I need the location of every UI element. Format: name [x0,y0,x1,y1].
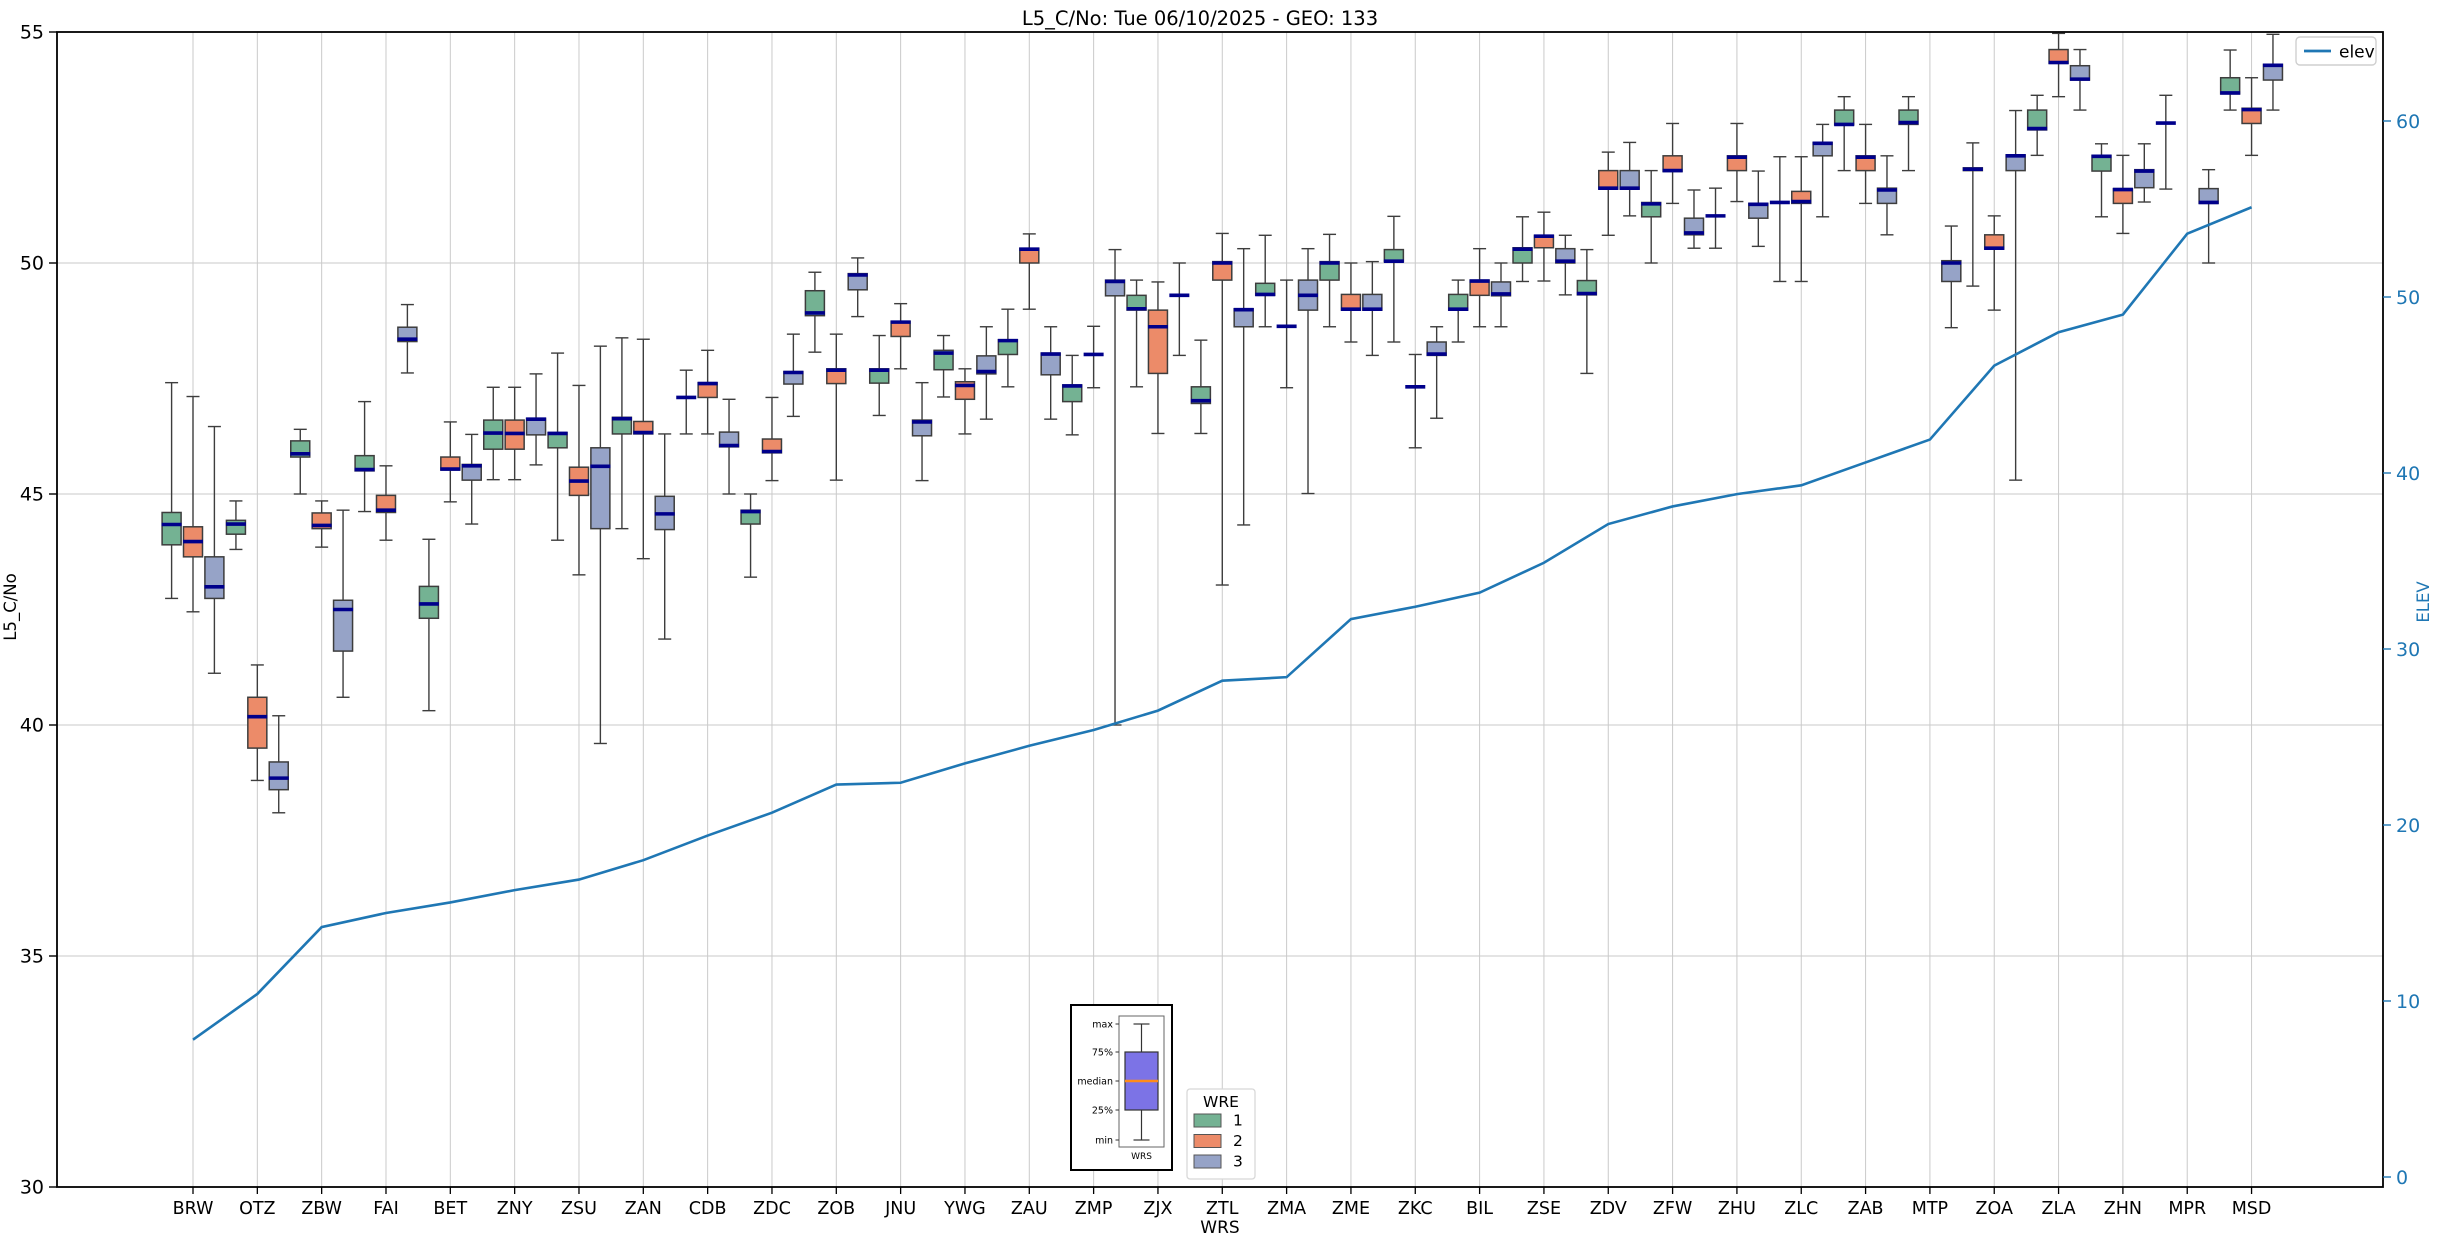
x-tick-label-MPR: MPR [2168,1199,2206,1219]
boxplot-figure: 30 35 40 45 50 55 0 10 20 30 40 50 60 BRW OTZ ZBW FAI BET… [0,0,2438,1240]
x-tick-label-MTP: MTP [1912,1199,1948,1219]
y2-tick-label: 30 [2396,639,2420,661]
x-tick-label-ZOA: ZOA [1976,1199,2013,1219]
x-tick-label-ZBW: ZBW [301,1199,342,1219]
wre-swatch-1 [1193,1113,1222,1128]
y2-tick-label: 60 [2396,111,2420,133]
chart-canvas: 30 35 40 45 50 55 0 10 20 30 40 50 60 BRW OTZ ZBW FAI BET… [0,0,2438,1240]
y-tick-label: 55 [20,22,44,44]
x-tick-label-ZHN: ZHN [2104,1199,2142,1219]
x-tick-label-ZLC: ZLC [1784,1199,1818,1219]
figure-background [0,0,2438,1240]
x-tick-label-ZMA: ZMA [1267,1199,1306,1219]
y-tick-label: 40 [20,715,44,737]
x-tick-label-ZTL: ZTL [1206,1199,1239,1219]
inset-label: median [1077,1077,1113,1088]
inset-label: min [1095,1136,1113,1147]
x-tick-label-ZHU: ZHU [1718,1199,1756,1219]
x-tick-label-JNU: JNU [884,1199,916,1219]
wre-legend-label: 3 [1233,1153,1243,1171]
x-tick-label-ZOB: ZOB [817,1199,855,1219]
y-axis-label: L5_C/No [1,573,21,640]
x-tick-label-CDB: CDB [689,1199,727,1219]
x-tick-label-ZJX: ZJX [1143,1199,1172,1219]
elev-legend: elev [2295,36,2377,66]
x-tick-label-ZNY: ZNY [497,1199,533,1219]
x-tick-label-BET: BET [433,1199,467,1219]
y2-tick-label: 10 [2396,991,2420,1013]
x-tick-label-ZKC: ZKC [1398,1199,1433,1219]
inset-label: 25% [1092,1106,1113,1117]
x-tick-label-ZLA: ZLA [2042,1199,2076,1219]
x-axis-label: WRS [1200,1218,1239,1238]
x-tick-label-ZAN: ZAN [625,1199,662,1219]
y-tick-label: 30 [20,1177,44,1199]
wre-swatch-2 [1193,1134,1222,1148]
x-tick-label-FAI: FAI [373,1199,399,1219]
wre-legend-title: WRE [1203,1093,1239,1111]
y-tick-label: 50 [20,253,44,275]
y2-tick-label: 20 [2396,815,2420,837]
x-tick-label-MSD: MSD [2232,1199,2272,1219]
x-tick-label-BRW: BRW [173,1199,214,1219]
x-tick-label-ZME: ZME [1332,1199,1370,1219]
x-tick-label-YWG: YWG [943,1199,986,1219]
inset-label: 75% [1092,1048,1113,1059]
x-tick-label-ZFW: ZFW [1653,1199,1692,1219]
wre-legend-label: 2 [1233,1132,1243,1150]
x-tick-label-BIL: BIL [1466,1199,1493,1219]
y2-tick-label: 50 [2396,287,2420,309]
chart-title: L5_C/No: Tue 06/10/2025 - GEO: 133 [1022,7,1378,30]
y-tick-label: 35 [20,946,44,968]
x-tick-label-ZAU: ZAU [1011,1199,1048,1219]
x-tick-label-ZMP: ZMP [1075,1199,1113,1219]
x-tick-label-ZDC: ZDC [753,1199,791,1219]
x-tick-label-ZDV: ZDV [1590,1199,1627,1219]
y2-axis-label: ELEV [2414,581,2433,623]
x-tick-label-ZAB: ZAB [1848,1199,1884,1219]
wre-legend-label: 1 [1233,1112,1243,1130]
x-tick-label-OTZ: OTZ [239,1199,275,1219]
wre-swatch-3 [1193,1154,1222,1169]
y2-tick-label: 40 [2396,463,2420,485]
boxplot-anatomy-inset: max 75% median 25% min WRS [1070,1004,1173,1171]
elev-legend-label: elev [2339,43,2375,63]
y2-tick-label: 0 [2396,1167,2408,1189]
inset-caption: WRS [1131,1152,1152,1162]
x-tick-label-ZSU: ZSU [561,1199,597,1219]
x-tick-label-ZSE: ZSE [1527,1199,1561,1219]
wre-legend: WRE1 2 3 [1186,1088,1256,1180]
y-tick-label: 45 [20,484,44,506]
inset-label: max [1092,1020,1113,1031]
